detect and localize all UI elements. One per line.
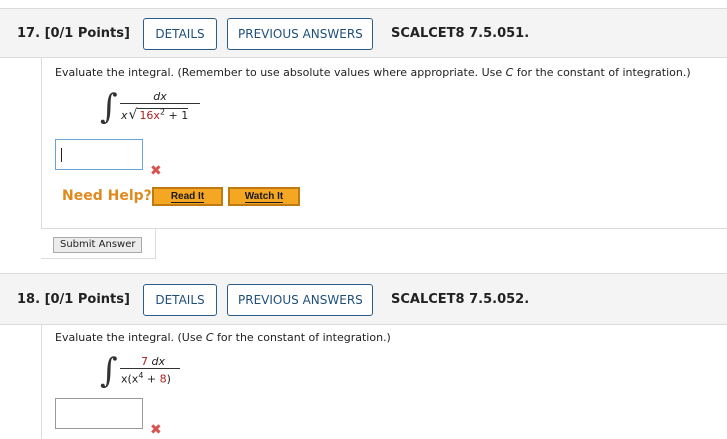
denominator-plus: + [143,372,160,386]
denominator-variable: x [121,109,128,122]
submit-panel: Submit Answer [41,228,727,259]
radicand: 16x2 + 1 [137,107,189,122]
question-18-number: 18. [0/1 Points] [17,292,130,307]
radicand-term: 16x [139,109,160,122]
denominator-base: x(x [121,372,139,386]
previous-answers-button[interactable]: PREVIOUS ANSWERS [227,284,373,316]
question-code: SCALCET8 7.5.052. [391,292,530,307]
cross-icon: ✖ [150,163,162,179]
question-17-header: 17. [0/1 Points] DETAILS PREVIOUS ANSWER… [0,8,727,58]
question-17-number: 17. [0/1 Points] [17,26,130,41]
prompt-text: for the constant of integration.) [213,331,391,344]
submit-container: Submit Answer [41,229,156,259]
prompt-text: Evaluate the integral. (Remember to use … [55,66,506,79]
fraction-bar [120,103,200,104]
question-18-prompt: Evaluate the integral. (Use C for the co… [55,331,391,344]
radicand-tail: + 1 [165,109,189,122]
question-code: SCALCET8 7.5.051. [391,26,530,41]
numerator-variable: dx [148,355,165,368]
read-it-label: Read It [170,191,205,203]
integrand-denominator: x(x4 + 8) [121,371,171,386]
integrand-denominator: x√ 16x2 + 1 [121,107,189,123]
prompt-text: for the constant of integration.) [513,66,691,79]
need-help-label: Need Help? [62,188,152,204]
prompt-text: Evaluate the integral. (Use [55,331,206,344]
integrand-numerator: 7 dx [133,355,173,368]
watch-it-button[interactable]: Watch It [228,187,300,206]
details-button[interactable]: DETAILS [143,284,217,316]
question-18-header: 18. [0/1 Points] DETAILS PREVIOUS ANSWER… [0,273,727,325]
question-points: [0/1 Points] [44,26,130,41]
integral-sign: ∫ [100,87,118,127]
denominator-close: ) [166,372,171,386]
previous-answers-button[interactable]: PREVIOUS ANSWERS [227,18,373,50]
question-points: [0/1 Points] [44,292,130,307]
cross-icon: ✖ [150,422,162,438]
denominator-constant: 8 [159,372,167,386]
integrand-numerator: dx [153,90,167,103]
answer-input-18[interactable] [55,398,143,429]
question-17-prompt: Evaluate the integral. (Remember to use … [55,66,691,79]
details-button[interactable]: DETAILS [143,18,217,50]
answer-input-17[interactable] [55,139,143,170]
text-caret [61,148,62,162]
question-number: 17. [17,26,41,41]
read-it-button[interactable]: Read It [152,187,223,206]
integral-sign: ∫ [100,351,118,391]
watch-it-label: Watch It [244,191,284,203]
fraction-bar [120,368,180,369]
prompt-constant: C [205,331,214,344]
submit-answer-button[interactable]: Submit Answer [53,237,143,253]
numerator-coefficient: 7 [141,355,148,368]
question-number: 18. [17,292,41,307]
